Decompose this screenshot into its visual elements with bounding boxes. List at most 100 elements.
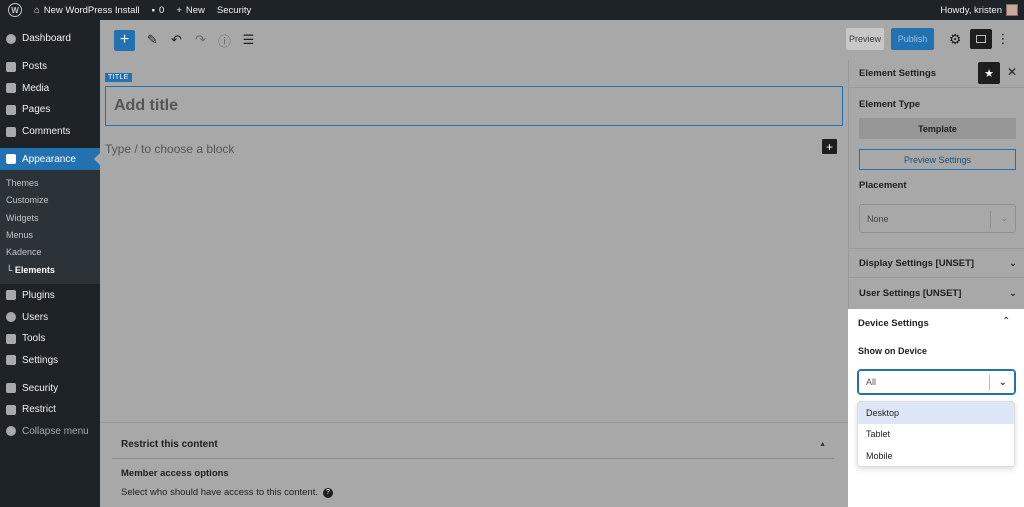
plus-icon: + (176, 4, 182, 16)
sidebar-item-label: Restrict (22, 404, 56, 416)
chevron-up-icon[interactable]: ⌃ (1002, 316, 1010, 327)
brush-icon (6, 154, 16, 165)
template-type-button[interactable]: Template (859, 118, 1016, 139)
panel-header: Element Settings ★ ✕ (849, 60, 1024, 88)
block-inserter-button[interactable]: + (114, 29, 135, 51)
sidebar-item-label: Settings (22, 354, 59, 366)
select-separator (989, 375, 990, 390)
sidebar-item-label: Collapse menu (22, 425, 89, 437)
sidebar-item-tools[interactable]: Tools (0, 328, 100, 350)
user-settings-label: User Settings [UNSET] (859, 288, 962, 299)
sidebar-item-restrict[interactable]: Restrict (0, 399, 100, 421)
gear-icon[interactable]: ⚙ (946, 30, 964, 48)
preview-settings-button[interactable]: Preview Settings (859, 149, 1016, 170)
show-on-device-select[interactable]: All ⌄ (858, 370, 1015, 394)
site-name-label: New WordPress Install (43, 4, 140, 16)
sidebar-item-plugins[interactable]: Plugins (0, 284, 100, 306)
panel-title: Element Settings (859, 68, 937, 79)
submenu-item-themes[interactable]: Themes (0, 174, 100, 191)
device-dropdown-menu: Desktop Tablet Mobile (857, 401, 1015, 467)
submenu-item-elements[interactable]: └ Elements (0, 261, 100, 278)
divider (849, 248, 1024, 249)
collapse-triangle-icon[interactable]: ▲ (819, 441, 826, 448)
wordpress-logo-menu[interactable]: W (0, 0, 28, 20)
add-block-icon[interactable]: + (822, 139, 837, 154)
sidebar-item-settings[interactable]: Settings (0, 350, 100, 372)
tools-icon (6, 333, 16, 344)
close-icon[interactable]: ✕ (1007, 65, 1017, 79)
select-separator (990, 211, 991, 228)
sidebar-item-pages[interactable]: Pages (0, 99, 100, 121)
security-label: Security (216, 4, 252, 16)
placement-label: Placement (859, 180, 907, 191)
account-menu[interactable]: Howdy, kristen (934, 0, 1024, 20)
metabox-area: Restrict this content ▲ Member access op… (100, 422, 848, 507)
sidebar-item-label: Posts (22, 61, 48, 73)
show-on-device-label: Show on Device (858, 346, 928, 356)
publish-button[interactable]: Publish (891, 28, 934, 50)
editor-canvas: TITLE Add title Type / to choose a block… (100, 60, 848, 422)
admin-bar: W ⌂ New WordPress Install ▪ 0 + New Secu… (0, 0, 1024, 20)
pin-icon (6, 61, 16, 72)
placement-select[interactable]: None ⌄ (859, 204, 1016, 233)
submenu-item-customize[interactable]: Customize (0, 192, 100, 209)
sidebar-item-comments[interactable]: Comments (0, 121, 100, 143)
sidebar-item-label: Plugins (22, 289, 55, 301)
display-settings-toggle[interactable]: Display Settings [UNSET] ⌄ (859, 258, 1017, 269)
show-on-device-value: All (866, 377, 877, 387)
sidebar-item-users[interactable]: Users (0, 306, 100, 328)
star-icon[interactable]: ★ (978, 62, 1000, 84)
dashboard-icon (6, 33, 16, 44)
sidebar-item-media[interactable]: Media (0, 77, 100, 99)
kadence-icon (976, 35, 986, 43)
new-label: New (185, 4, 205, 16)
submenu-item-kadence[interactable]: Kadence (0, 244, 100, 261)
submenu-item-menus[interactable]: Menus (0, 226, 100, 243)
pencil-icon[interactable]: ✎ (141, 29, 164, 52)
redo-icon[interactable]: ↷ (189, 29, 212, 52)
block-placeholder[interactable]: Type / to choose a block (105, 142, 234, 156)
metabox-title: Restrict this content (121, 439, 218, 450)
new-content-menu[interactable]: + New (170, 0, 211, 20)
device-settings-title[interactable]: Device Settings (858, 318, 929, 329)
chevron-down-icon: ⌄ (1009, 288, 1017, 299)
sidebar-item-appearance[interactable]: Appearance (0, 148, 100, 171)
sidebar-item-label: Comments (22, 126, 71, 138)
device-option-desktop[interactable]: Desktop (858, 402, 1014, 424)
sidebar-item-security[interactable]: Security (0, 377, 100, 399)
device-option-tablet[interactable]: Tablet (858, 424, 1014, 446)
kadence-settings-button[interactable] (970, 29, 992, 49)
sidebar-item-label: Security (22, 382, 59, 394)
submenu-item-widgets[interactable]: Widgets (0, 209, 100, 226)
help-icon[interactable]: ? (322, 487, 333, 498)
sidebar-item-label: Dashboard (22, 33, 71, 45)
sidebar-item-posts[interactable]: Posts (0, 56, 100, 78)
restrict-content-metabox: Restrict this content ▲ Member access op… (112, 431, 834, 507)
comments-count: 0 (159, 4, 165, 16)
security-menu[interactable]: Security (211, 0, 257, 20)
collapse-menu-button[interactable]: Collapse menu (0, 421, 100, 443)
editor-toolbar: + ✎ ↶ ↷ ⓘ ☰ (100, 20, 848, 60)
chevron-down-icon: ⌄ (1000, 213, 1008, 223)
settings-icon (6, 355, 16, 366)
info-icon[interactable]: ⓘ (213, 29, 236, 52)
description-text: Select who should have access to this co… (121, 487, 318, 498)
undo-icon[interactable]: ↶ (165, 29, 188, 52)
more-options-icon[interactable]: ⋮ (997, 30, 1010, 48)
list-view-icon[interactable]: ☰ (237, 29, 260, 52)
post-title-input[interactable]: Add title (105, 86, 843, 126)
site-name-link[interactable]: ⌂ New WordPress Install (28, 0, 146, 20)
device-option-mobile[interactable]: Mobile (858, 445, 1014, 467)
admin-sidebar: Dashboard Posts Media Pages Comments App… (0, 20, 100, 507)
member-access-description: Select who should have access to this co… (112, 487, 834, 498)
preview-button[interactable]: Preview (846, 28, 884, 50)
metabox-header[interactable]: Restrict this content ▲ (112, 431, 834, 459)
comments-link[interactable]: ▪ 0 (146, 0, 171, 20)
sidebar-item-label: Users (22, 311, 49, 323)
user-settings-toggle[interactable]: User Settings [UNSET] ⌄ (859, 288, 1017, 299)
appearance-submenu: Themes Customize Widgets Menus Kadence └… (0, 170, 100, 285)
member-access-label: Member access options (121, 468, 229, 479)
lock-icon (6, 404, 16, 415)
sidebar-item-dashboard[interactable]: Dashboard (0, 28, 100, 50)
collapse-icon (6, 426, 16, 437)
